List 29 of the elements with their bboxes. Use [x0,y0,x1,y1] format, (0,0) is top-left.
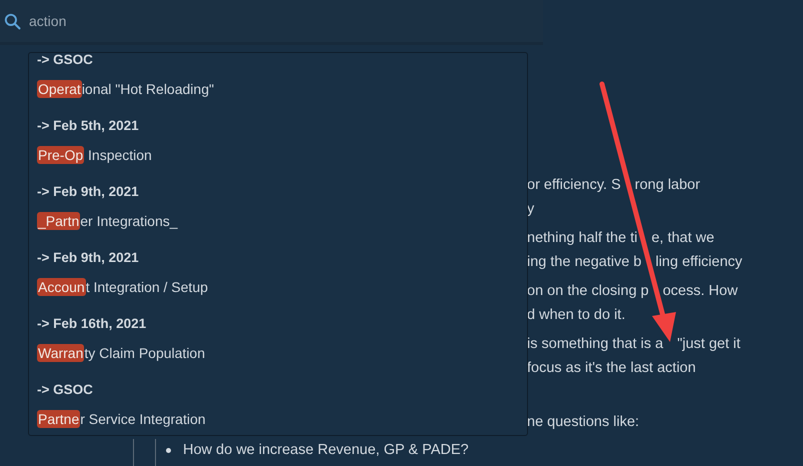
search-field[interactable]: action [29,13,149,29]
result-item[interactable]: _Partner Integrations_ [37,210,527,232]
result-heading: -> GSOC [37,381,94,399]
paragraph-text: d when to do it. [527,306,626,325]
result-item[interactable]: Pre-Op Inspection [37,144,527,166]
paragraph-text: rong labor [634,176,700,195]
paragraph-text: e, that we [651,229,714,248]
result-heading: -> Feb 5th, 2021 [37,117,140,135]
paragraph-text: nething half the ti [527,229,638,248]
result-heading: -> Feb 16th, 2021 [37,315,148,333]
paragraph-text: ne questions like: [527,413,640,432]
paragraph-text: ling efficiency [655,253,742,272]
paragraph-text: "just get it [677,335,740,354]
paragraph-text: is something that is a [527,335,664,354]
paragraph-text: focus as it's the last action [527,359,696,378]
bullet-text: How do we increase Revenue, GP & PADE? [183,441,469,460]
paragraph-text: or efficiency. S [527,176,621,195]
bullet-icon [166,448,171,452]
result-heading: -> GSOC [37,53,94,69]
paragraph-text: ocess. How [662,282,738,301]
search-icon [4,12,21,30]
result-heading: -> Feb 9th, 2021 [37,183,140,201]
result-item[interactable]: Warranty Claim Population [37,342,527,364]
result-item[interactable]: Account Integration / Setup [37,276,527,298]
result-item[interactable]: Operational "Hot Reloading" [37,78,527,100]
paragraph-text: on on the closing p [527,282,649,301]
paragraph-text: ing the negative b [527,253,642,272]
result-heading: -> Feb 9th, 2021 [37,249,140,267]
result-item[interactable]: Partner Service Integration [37,408,527,430]
